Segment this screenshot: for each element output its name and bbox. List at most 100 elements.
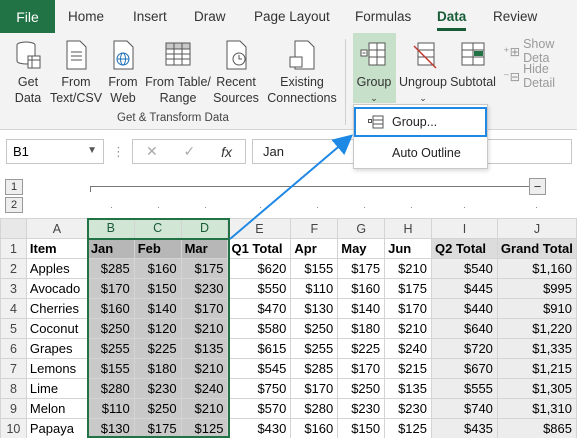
table-cell[interactable]: $280 — [290, 398, 339, 419]
table-cell[interactable]: $230 — [337, 398, 386, 419]
recent-sources-button[interactable]: Recent Sources — [212, 38, 260, 108]
table-cell[interactable]: $750 — [227, 378, 292, 399]
row-header[interactable]: 6 — [0, 338, 27, 359]
table-cell[interactable]: $445 — [431, 278, 498, 299]
tab-data[interactable]: Data — [437, 0, 467, 33]
column-header-g[interactable]: G — [337, 218, 386, 239]
table-cell[interactable]: $160 — [133, 258, 182, 279]
table-cell[interactable]: $470 — [227, 298, 292, 319]
table-cell[interactable]: $285 — [290, 358, 339, 379]
header-cell-mar[interactable]: Mar — [180, 238, 229, 259]
table-cell[interactable]: $110 — [86, 398, 135, 419]
table-cell[interactable]: $160 — [86, 298, 135, 319]
table-cell[interactable]: $175 — [180, 258, 229, 279]
table-cell[interactable]: $155 — [290, 258, 339, 279]
table-cell[interactable]: $640 — [431, 318, 498, 339]
table-cell[interactable]: Coconut — [25, 318, 88, 339]
row-header[interactable]: 5 — [0, 318, 27, 339]
tab-insert[interactable]: Insert — [133, 0, 167, 33]
tab-formulas[interactable]: Formulas — [355, 0, 411, 33]
table-cell[interactable]: $995 — [496, 278, 577, 299]
header-cell-feb[interactable]: Feb — [133, 238, 182, 259]
table-cell[interactable]: $140 — [133, 298, 182, 319]
table-cell[interactable]: Papaya — [25, 418, 88, 438]
table-cell[interactable]: $1,215 — [496, 358, 577, 379]
ungroup-button[interactable]: Ungroup ⌄ — [398, 38, 448, 108]
outline-level-2-button[interactable]: 2 — [5, 197, 23, 213]
table-cell[interactable]: $1,310 — [496, 398, 577, 419]
row-header[interactable]: 1 — [0, 238, 27, 259]
table-cell[interactable]: $285 — [86, 258, 135, 279]
table-cell[interactable]: $175 — [133, 418, 182, 438]
table-cell[interactable]: $550 — [227, 278, 292, 299]
table-cell[interactable]: $240 — [384, 338, 432, 359]
table-cell[interactable]: $670 — [431, 358, 498, 379]
from-text-csv-button[interactable]: From Text/CSV — [50, 38, 102, 108]
row-header[interactable]: 4 — [0, 298, 27, 319]
table-cell[interactable]: $180 — [337, 318, 386, 339]
column-header-d[interactable]: D — [180, 218, 229, 240]
table-cell[interactable]: $160 — [337, 278, 386, 299]
get-data-button[interactable]: Get Data — [8, 38, 48, 108]
table-cell[interactable]: $225 — [337, 338, 386, 359]
table-cell[interactable]: $545 — [227, 358, 292, 379]
table-cell[interactable]: $135 — [384, 378, 432, 399]
table-cell[interactable]: $1,220 — [496, 318, 577, 339]
table-cell[interactable]: $210 — [180, 358, 229, 379]
table-cell[interactable]: $1,335 — [496, 338, 577, 359]
header-cell-may[interactable]: May — [337, 238, 386, 259]
table-cell[interactable]: Grapes — [25, 338, 88, 359]
table-cell[interactable]: $175 — [384, 278, 432, 299]
table-cell[interactable]: $255 — [86, 338, 135, 359]
from-table-range-button[interactable]: From Table/ Range — [144, 38, 212, 108]
from-web-button[interactable]: From Web — [104, 38, 142, 108]
table-cell[interactable]: $210 — [180, 318, 229, 339]
header-cell-grand-total[interactable]: Grand Total — [496, 238, 577, 259]
table-cell[interactable]: $250 — [86, 318, 135, 339]
tab-file[interactable]: File — [0, 0, 55, 33]
auto-outline-menu-item[interactable]: Auto Outline — [354, 138, 487, 168]
table-cell[interactable]: $110 — [290, 278, 339, 299]
table-cell[interactable]: $130 — [86, 418, 135, 438]
existing-connections-button[interactable]: Existing Connections — [266, 38, 338, 108]
table-cell[interactable]: $440 — [431, 298, 498, 319]
table-cell[interactable]: $570 — [227, 398, 292, 419]
table-cell[interactable]: $130 — [290, 298, 339, 319]
table-cell[interactable]: Cherries — [25, 298, 88, 319]
table-cell[interactable]: $555 — [431, 378, 498, 399]
table-cell[interactable]: $125 — [180, 418, 229, 438]
column-header-f[interactable]: F — [290, 218, 339, 239]
table-cell[interactable]: $435 — [431, 418, 498, 438]
table-cell[interactable]: $170 — [384, 298, 432, 319]
column-header-j[interactable]: J — [496, 218, 577, 239]
table-cell[interactable]: $210 — [180, 398, 229, 419]
show-detail-button[interactable]: ⁺⊞ Show Deta — [503, 37, 577, 65]
header-cell-apr[interactable]: Apr — [290, 238, 339, 259]
column-header-c[interactable]: C — [133, 218, 182, 240]
table-cell[interactable]: $210 — [384, 318, 432, 339]
cancel-icon[interactable]: ✕ — [146, 143, 158, 160]
table-cell[interactable]: $215 — [384, 358, 432, 379]
chevron-down-icon[interactable]: ▼ — [87, 145, 97, 156]
table-cell[interactable]: $250 — [133, 398, 182, 419]
table-cell[interactable]: Apples — [25, 258, 88, 279]
table-cell[interactable]: $135 — [180, 338, 229, 359]
table-cell[interactable]: $170 — [290, 378, 339, 399]
tab-home[interactable]: Home — [68, 0, 104, 33]
column-header-a[interactable]: A — [25, 218, 88, 239]
table-cell[interactable]: $230 — [180, 278, 229, 299]
insert-function-icon[interactable]: fx — [221, 144, 232, 160]
header-cell-q2-total[interactable]: Q2 Total — [431, 238, 498, 259]
table-cell[interactable]: $255 — [290, 338, 339, 359]
table-cell[interactable]: $155 — [86, 358, 135, 379]
table-cell[interactable]: $540 — [431, 258, 498, 279]
table-cell[interactable]: $250 — [337, 378, 386, 399]
select-all-corner[interactable] — [0, 218, 27, 239]
header-cell-item[interactable]: Item — [25, 238, 88, 259]
row-header[interactable]: 10 — [0, 418, 27, 438]
table-cell[interactable]: $615 — [227, 338, 292, 359]
table-cell[interactable]: $170 — [337, 358, 386, 379]
table-cell[interactable]: $280 — [86, 378, 135, 399]
column-header-b[interactable]: B — [86, 218, 135, 240]
table-cell[interactable]: Avocado — [25, 278, 88, 299]
